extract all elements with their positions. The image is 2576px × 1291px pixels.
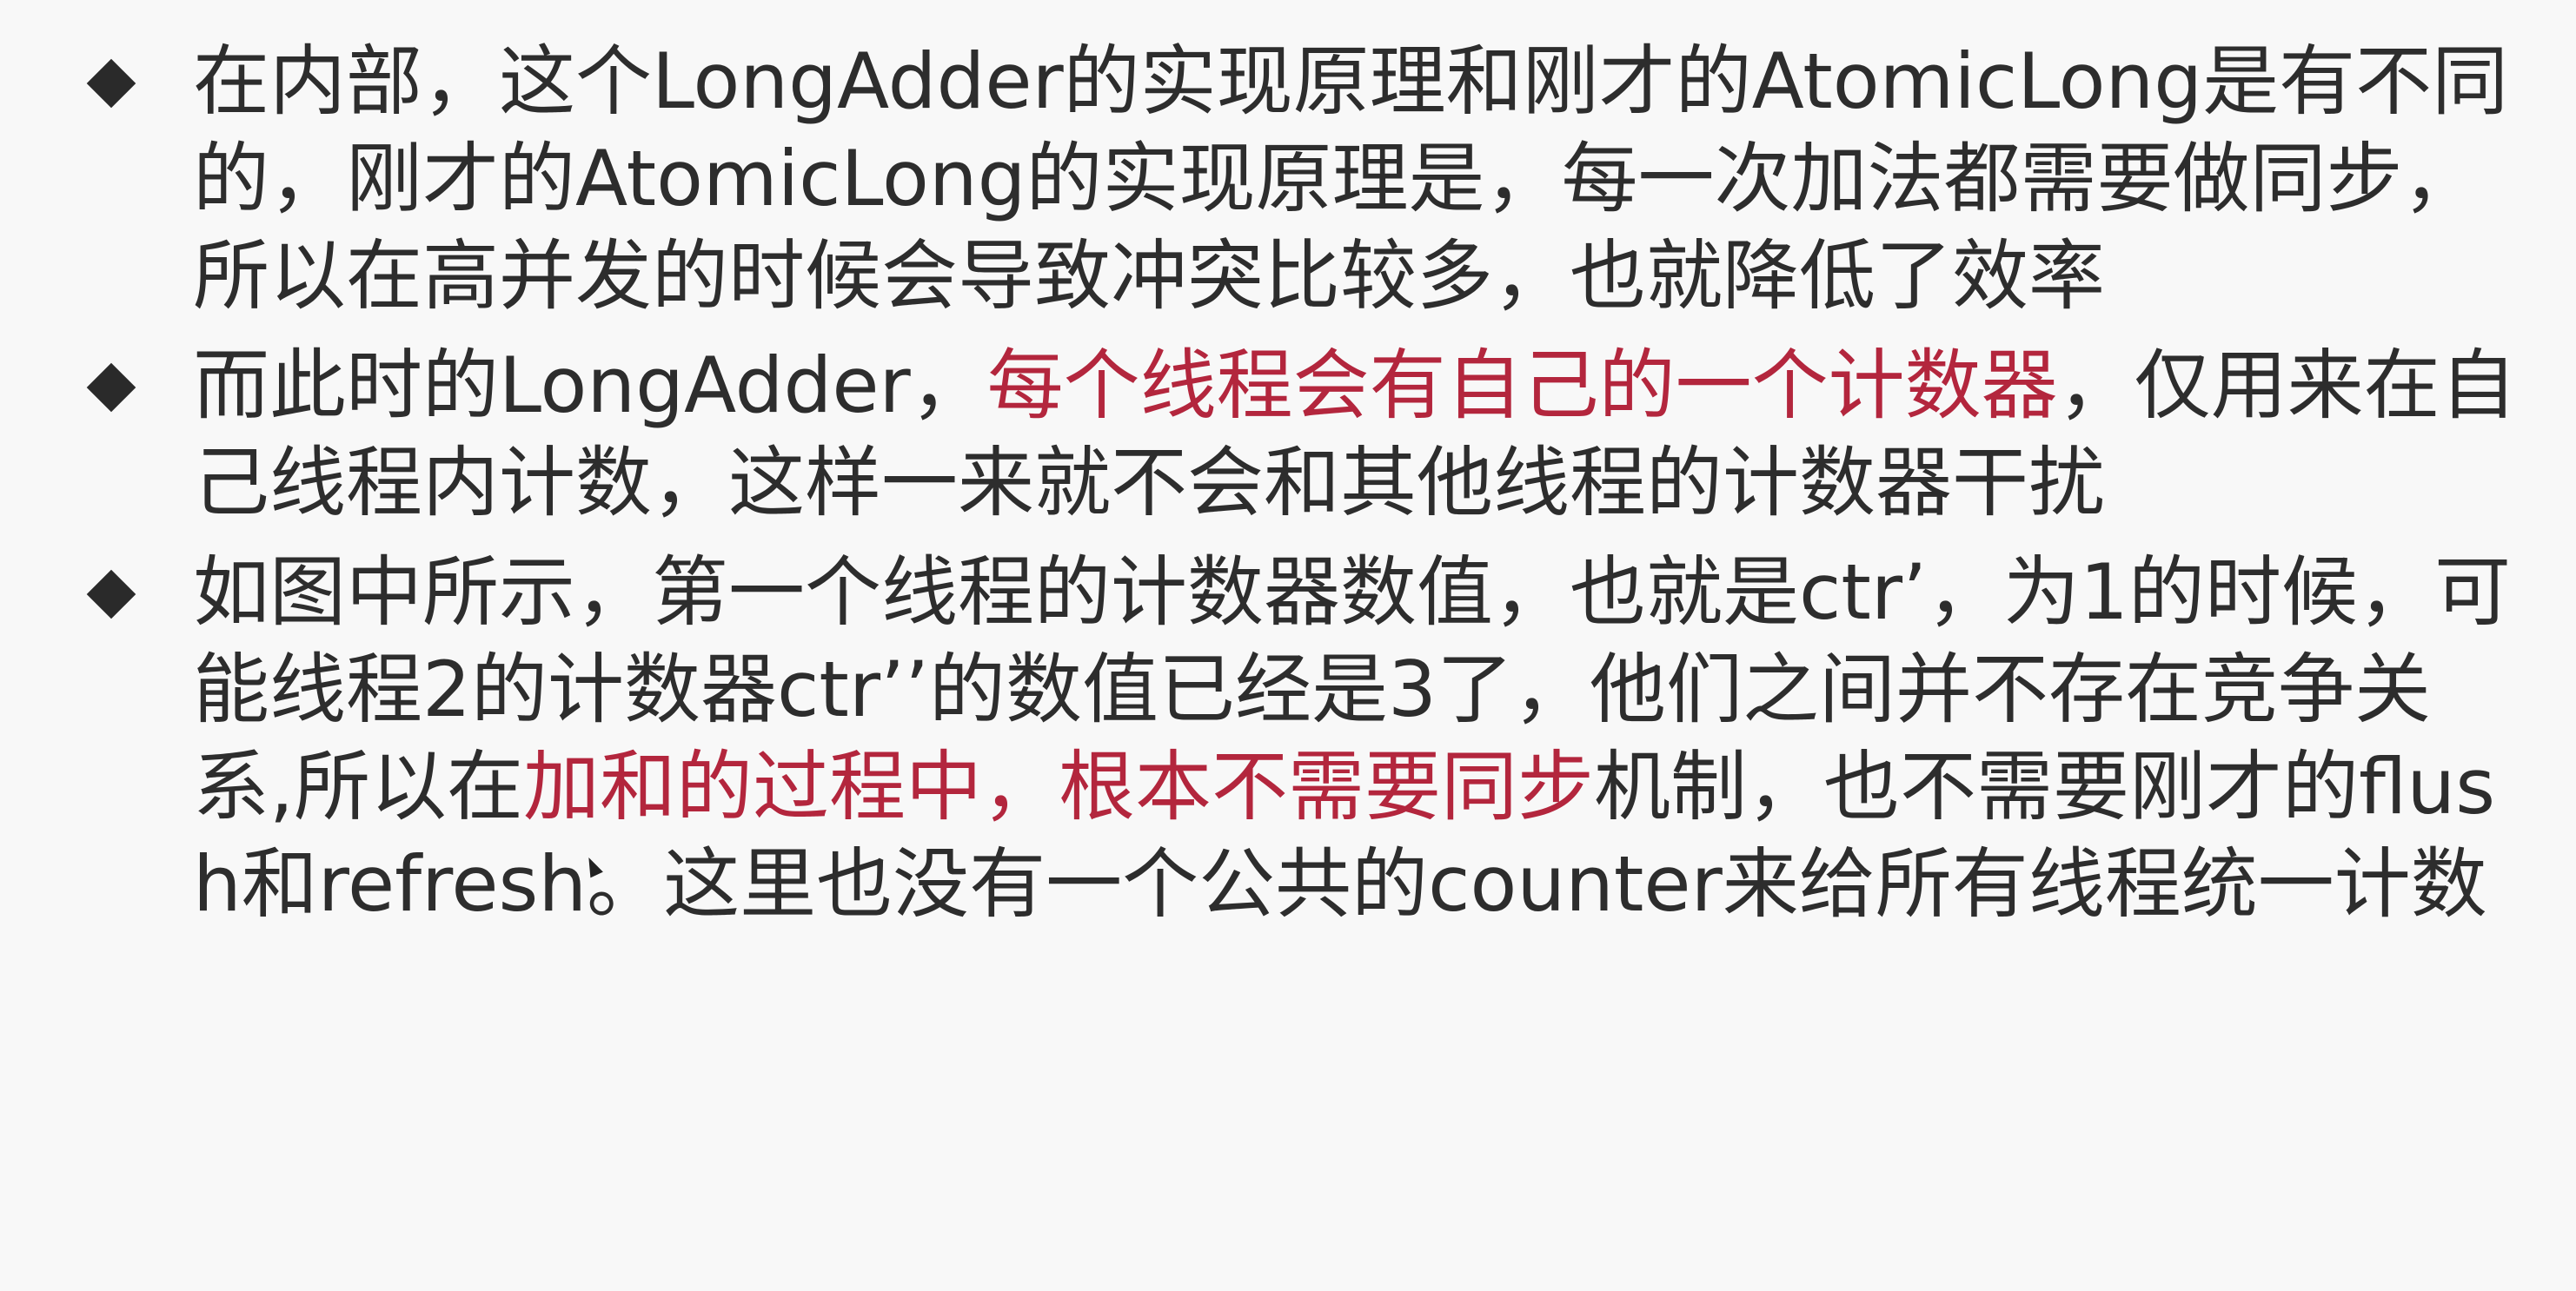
bullet-text-2: 而此时的LongAdder，每个线程会有自己的一个计数器，仅用来在自己线程内计数… bbox=[193, 337, 2531, 532]
bullet-text-3: 如图中所示，第一个线程的计数器数值，也就是ctr’，为1的时候，可能线程2的计数… bbox=[193, 544, 2531, 933]
bullet-item-2: 而此时的LongAdder，每个线程会有自己的一个计数器，仅用来在自己线程内计数… bbox=[80, 337, 2531, 532]
diamond-bullet-icon bbox=[80, 337, 149, 434]
slide: 在内部，这个LongAdder的实现原理和刚才的AtomicLong是有不同的，… bbox=[0, 0, 2576, 1291]
bullet-2-highlight: 每个线程会有自己的一个计数器 bbox=[986, 341, 2058, 430]
bullet-list: 在内部，这个LongAdder的实现原理和刚才的AtomicLong是有不同的，… bbox=[80, 33, 2531, 933]
bullet-item-3: 如图中所示，第一个线程的计数器数值，也就是ctr’，为1的时候，可能线程2的计数… bbox=[80, 544, 2531, 933]
bullet-3-highlight: 加和的过程中，根本不需要同步 bbox=[522, 742, 1594, 831]
diamond-bullet-icon bbox=[80, 544, 149, 641]
bullet-item-1: 在内部，这个LongAdder的实现原理和刚才的AtomicLong是有不同的，… bbox=[80, 33, 2531, 325]
diamond-bullet-icon bbox=[80, 33, 149, 130]
bullet-1-segment-1: 在内部，这个LongAdder的实现原理和刚才的AtomicLong是有不同的，… bbox=[193, 36, 2509, 321]
bullet-2-segment-1: 而此时的LongAdder， bbox=[193, 341, 987, 430]
bullet-text-1: 在内部，这个LongAdder的实现原理和刚才的AtomicLong是有不同的，… bbox=[193, 33, 2531, 325]
